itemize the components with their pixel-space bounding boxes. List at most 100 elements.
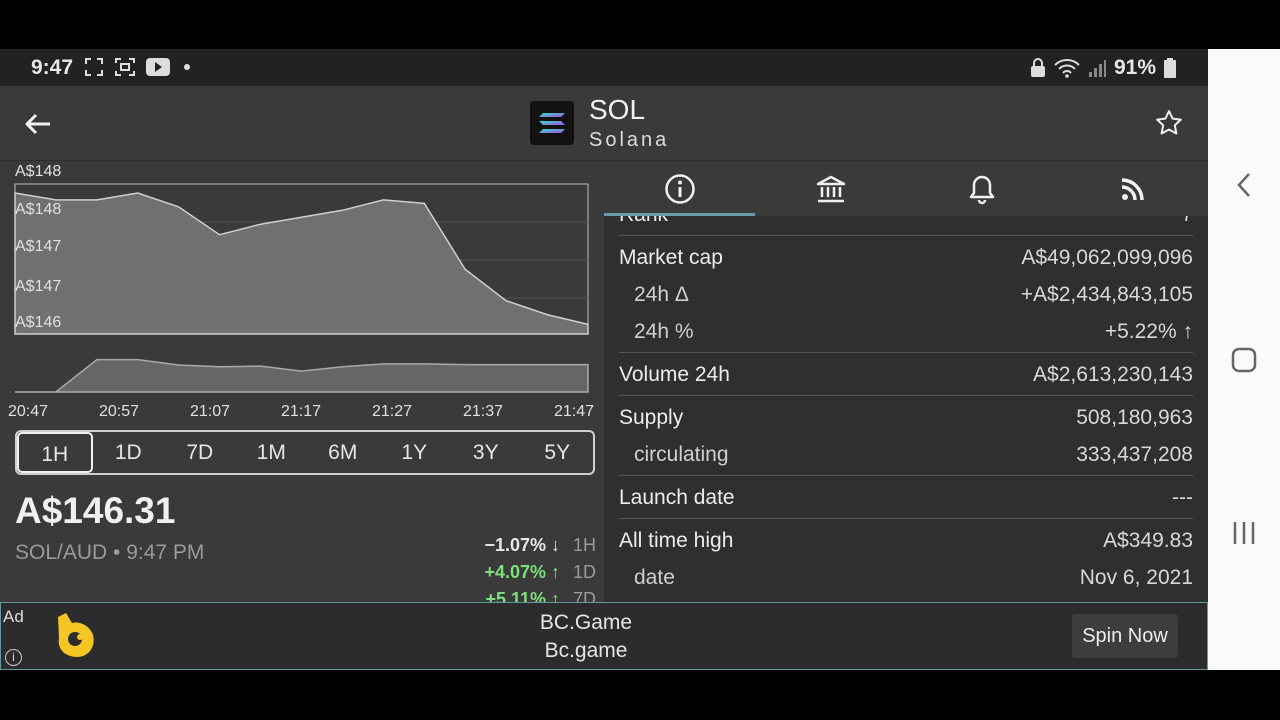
range-button-5y[interactable]: 5Y [522,432,594,473]
stat-label: Market cap [619,246,723,269]
stat-row: All time high A$349.83 [619,523,1193,559]
app-header: SOL Solana [0,86,1208,161]
nav-back[interactable] [1208,171,1280,199]
change-value: +4.07% ↑ [484,562,560,582]
stat-divider [619,475,1193,476]
change-period: 1D [572,562,596,582]
coin-info-list[interactable]: Rank 7 Market cap A$49,062,099,096 24h Δ +A$2… [604,216,1208,602]
stat-label: Supply [619,406,684,429]
x-tick-label: 21:47 [554,403,595,420]
stat-divider [619,235,1193,236]
bell-icon [969,175,994,204]
stat-value: --- [1172,486,1193,509]
price-pair-time: SOL/AUD • 9:47 PM [15,541,205,564]
bank-icon [816,175,845,202]
dot-icon [184,64,190,70]
change-period: 1H [572,535,596,555]
change-row-1h: −1.07% ↓ 1H [484,535,596,556]
stat-label: Volume 24h [619,363,730,386]
range-button-7d[interactable]: 7D [164,432,236,473]
app-screen: 9:47 91% SOL Solana A$148 A$148 A$147 A$… [0,49,1208,670]
stat-value: 333,437,208 [1076,443,1193,466]
screen-record-icon [115,58,135,76]
chart-svg [14,183,589,393]
nav-home[interactable] [1208,346,1280,374]
volume-area-series [15,358,589,393]
range-button-1d[interactable]: 1D [93,432,165,473]
status-bar: 9:47 91% [0,49,1208,86]
y-tick-label: A$147 [15,278,62,295]
stat-value: +5.22% ↑ [1104,320,1193,343]
x-tick-label: 21:17 [281,403,322,420]
range-button-1y[interactable]: 1Y [379,432,451,473]
status-right: 91% [1030,56,1176,80]
youtube-icon [146,58,170,76]
battery-percent: 91% [1113,56,1156,79]
stat-value: A$349.83 [1103,529,1193,552]
stat-row: Volume 24h A$2,613,230,143 [619,357,1193,393]
ad-subtitle: Bc.game [544,639,628,662]
ad-title: BC.Game [539,611,633,634]
tab-info[interactable] [604,161,755,216]
rss-feed-icon [1121,177,1144,200]
stat-row: Market cap A$49,062,099,096 [619,240,1193,276]
x-tick-label: 21:37 [463,403,504,420]
back-arrow-icon[interactable] [22,108,54,140]
stat-label: All time high [619,529,734,552]
lock-icon [1030,58,1045,77]
x-tick-label: 20:47 [8,403,49,420]
ad-cta-button[interactable]: Spin Now [1072,614,1178,658]
nav-recents-icon [1233,522,1255,544]
y-tick-label: A$146 [15,314,62,331]
tab-alerts[interactable] [906,161,1057,216]
tab-markets[interactable] [755,161,906,216]
change-row-1d: +4.07% ↑ 1D [484,562,596,583]
price-chart[interactable]: A$148 A$148 A$147 A$147 A$146 20:47 20:57 21:0… [0,161,604,426]
range-button-1m[interactable]: 1M [236,432,308,473]
system-nav-bar [1208,49,1280,670]
stat-value: 7 [1181,216,1193,227]
range-selector: 1H 1D 7D 1M 6M 1Y 3Y 5Y [15,430,595,475]
status-notification-icons [84,57,194,77]
stat-divider [619,518,1193,519]
detail-tabs [604,161,1208,216]
favorite-star-icon[interactable] [1154,108,1184,138]
stat-row: date Nov 6, 2021 [619,560,1193,596]
x-tick-label: 21:27 [372,403,413,420]
stat-value: A$2,613,230,143 [1033,363,1193,386]
stat-label: Rank [619,216,668,227]
stat-row: Supply 508,180,963 [619,400,1193,436]
status-time: 9:47 [31,56,74,79]
stat-value: A$49,062,099,096 [1021,246,1193,269]
stat-row: Rank 7 [619,216,1193,233]
nav-recents[interactable] [1208,519,1280,547]
range-button-3y[interactable]: 3Y [450,432,522,473]
stat-value: +A$2,434,843,105 [1020,283,1193,306]
stat-row: 24h % +5.22% ↑ [619,314,1193,350]
ad-banner[interactable]: Ad i BC.Game Bc.game Spin Now [0,602,1208,670]
stat-divider [619,352,1193,353]
stat-row: Launch date --- [619,480,1193,516]
stat-row: circulating 333,437,208 [619,437,1193,473]
stat-value: Nov 6, 2021 [1079,566,1193,589]
screenshot-icon [85,58,103,76]
x-tick-label: 21:07 [190,403,231,420]
stat-label: 24h Δ [634,283,689,306]
stat-label: 24h % [634,320,694,343]
coin-symbol: SOL [589,94,646,125]
stat-label: Launch date [619,486,735,509]
stat-row: 24h Δ +A$2,434,843,105 [619,277,1193,313]
stat-label: circulating [634,443,729,466]
range-button-1h[interactable]: 1H [17,432,93,473]
nav-home-icon [1231,347,1257,373]
y-tick-label: A$148 [15,163,62,180]
solana-logo-icon [530,101,574,145]
change-value: −1.07% ↓ [484,535,560,555]
x-tick-label: 20:57 [99,403,140,420]
stat-divider [619,395,1193,396]
stat-value: 508,180,963 [1076,406,1193,429]
tab-news[interactable] [1057,161,1208,216]
battery-icon [1164,58,1176,78]
current-price: A$146.31 [15,490,176,531]
range-button-6m[interactable]: 6M [307,432,379,473]
